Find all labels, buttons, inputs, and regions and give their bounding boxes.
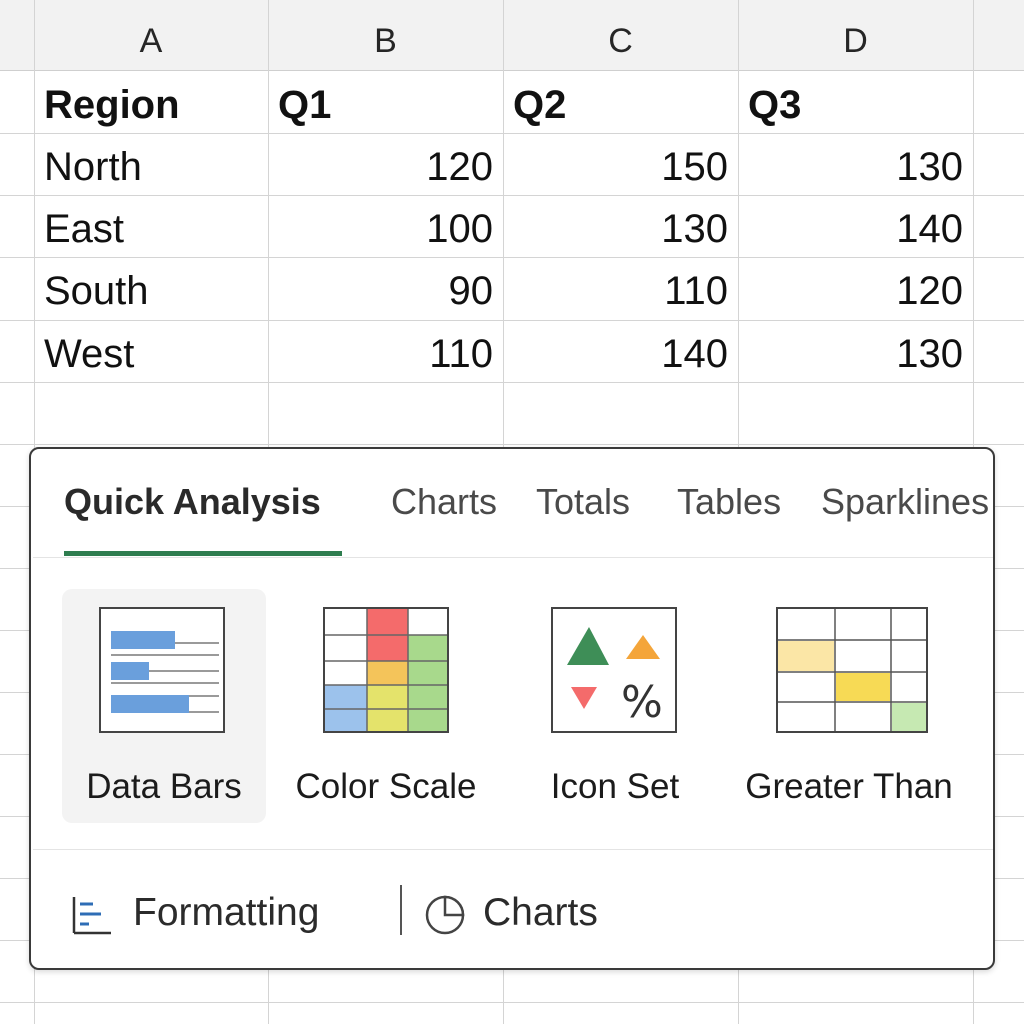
greater-than-label: Greater Than [745, 767, 953, 806]
color-scale-label: Color Scale [295, 767, 477, 806]
color-scale-option[interactable]: Color Scale [281, 589, 485, 823]
formatting-label: Formatting [133, 891, 320, 934]
cell-q3[interactable]: 130 [738, 134, 973, 196]
formatting-icon [71, 893, 115, 942]
charts-button[interactable]: Charts [423, 887, 643, 943]
column-header-c[interactable]: C [503, 0, 738, 70]
cell-q3[interactable]: 130 [738, 321, 973, 383]
cell-q1[interactable]: 100 [268, 196, 503, 258]
header-cell-region[interactable]: Region [34, 72, 268, 134]
cell-region[interactable]: West [34, 321, 268, 383]
tab-totals[interactable]: Totals [536, 481, 630, 523]
tab-tables[interactable]: Tables [677, 481, 781, 523]
charts-label: Charts [483, 891, 598, 934]
data-bars-label: Data Bars [86, 767, 242, 806]
tab-quick-analysis[interactable]: Quick Analysis [64, 481, 321, 523]
greater-than-icon [776, 607, 928, 733]
header-cell-q2[interactable]: Q2 [503, 72, 738, 134]
cell-region[interactable]: North [34, 134, 268, 196]
active-tab-indicator [64, 551, 342, 556]
header-cell-q1[interactable]: Q1 [268, 72, 503, 134]
column-header-d[interactable]: D [738, 0, 973, 70]
icon-set-icon: % [551, 607, 677, 733]
icon-set-label: Icon Set [550, 767, 680, 806]
header-cell-q3[interactable]: Q3 [738, 72, 973, 134]
data-bars-icon [99, 607, 225, 733]
cell-q2[interactable]: 110 [503, 258, 738, 320]
svg-text:%: % [621, 677, 663, 728]
icon-set-option[interactable]: % Icon Set [513, 589, 717, 823]
tab-divider [33, 557, 993, 558]
tab-charts[interactable]: Charts [391, 481, 497, 523]
formatting-button[interactable]: Formatting [71, 887, 371, 943]
column-header-a[interactable]: A [34, 0, 268, 70]
column-header-b[interactable]: B [268, 0, 503, 70]
cell-q3[interactable]: 120 [738, 258, 973, 320]
data-bars-option[interactable]: Data Bars [62, 589, 266, 823]
cell-q1[interactable]: 110 [268, 321, 503, 383]
quick-analysis-panel: Quick Analysis Charts Totals Tables Spar… [29, 447, 995, 970]
cell-region[interactable]: South [34, 258, 268, 320]
pie-chart-icon [423, 893, 467, 942]
cell-q1[interactable]: 90 [268, 258, 503, 320]
cell-q2[interactable]: 150 [503, 134, 738, 196]
tab-sparklines[interactable]: Sparklines [821, 481, 989, 523]
cell-q3[interactable]: 140 [738, 196, 973, 258]
cell-q2[interactable]: 140 [503, 321, 738, 383]
cell-region[interactable]: East [34, 196, 268, 258]
color-scale-icon [323, 607, 449, 733]
greater-than-option[interactable]: Greater Than [736, 589, 953, 823]
cell-q1[interactable]: 120 [268, 134, 503, 196]
footer-separator [400, 885, 402, 935]
footer-divider [33, 849, 993, 850]
cell-q2[interactable]: 130 [503, 196, 738, 258]
